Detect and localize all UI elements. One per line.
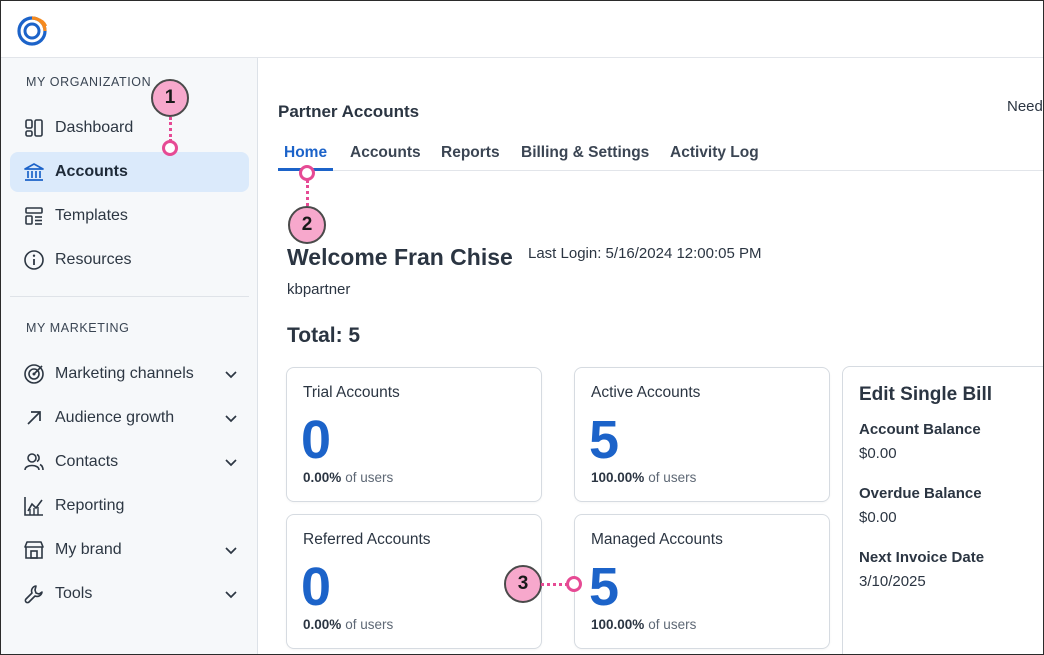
need-help-link[interactable]: Need (1007, 98, 1043, 115)
callout-3-target (566, 576, 582, 592)
top-bar (1, 1, 1043, 58)
card-value: 5 (589, 557, 620, 617)
chevron-down-icon[interactable] (223, 542, 239, 558)
sidebar-item-label: Dashboard (55, 119, 134, 136)
tab-bar: Home Accounts Reports Billing & Settings… (278, 142, 1043, 171)
section-label-my-organization: MY ORGANIZATION (26, 75, 152, 89)
callout-3-connector (541, 583, 568, 586)
managed-accounts-card[interactable]: Managed Accounts 5 100.00% of users (574, 514, 830, 649)
store-icon (22, 538, 46, 562)
chevron-down-icon[interactable] (223, 366, 239, 382)
sidebar-item-marketing-channels[interactable]: Marketing channels (10, 354, 249, 394)
card-value: 0 (301, 410, 332, 470)
chart-icon (22, 494, 46, 518)
tab-accounts[interactable]: Accounts (350, 144, 421, 162)
wrench-icon (22, 582, 46, 606)
overdue-balance-value: $0.00 (859, 509, 897, 526)
sidebar-item-label: Resources (55, 251, 132, 268)
sidebar-item-label: My brand (55, 541, 122, 558)
card-pct-suffix: of users (648, 470, 697, 485)
next-invoice-value: 3/10/2025 (859, 573, 926, 590)
sidebar: MY ORGANIZATION Dashboard Accounts Templ… (1, 58, 258, 654)
chevron-down-icon[interactable] (223, 410, 239, 426)
card-pct-value: 0.00% (303, 470, 342, 485)
callout-1-connector (169, 117, 172, 142)
card-pct-suffix: of users (345, 470, 394, 485)
card-title: Managed Accounts (591, 531, 723, 548)
sidebar-item-reporting[interactable]: Reporting (10, 486, 249, 526)
card-pct-value: 0.00% (303, 617, 342, 632)
sidebar-divider (10, 296, 249, 297)
tab-activity-log[interactable]: Activity Log (670, 144, 759, 162)
target-icon (22, 362, 46, 386)
card-title: Active Accounts (591, 384, 701, 401)
sidebar-item-templates[interactable]: Templates (10, 196, 249, 236)
sidebar-item-label: Accounts (55, 163, 128, 180)
card-percentage: 100.00% of users (591, 470, 696, 485)
account-balance-value: $0.00 (859, 445, 897, 462)
total-count: Total: 5 (287, 324, 361, 347)
card-title: Referred Accounts (303, 531, 431, 548)
card-pct-suffix: of users (345, 617, 394, 632)
section-label-my-marketing: MY MARKETING (26, 321, 130, 335)
last-login-text: Last Login: 5/16/2024 12:00:05 PM (528, 245, 762, 262)
sidebar-item-label: Templates (55, 207, 128, 224)
card-value: 5 (589, 410, 620, 470)
sidebar-item-contacts[interactable]: Contacts (10, 442, 249, 482)
sidebar-item-audience-growth[interactable]: Audience growth (10, 398, 249, 438)
sidebar-item-resources[interactable]: Resources (10, 240, 249, 280)
info-icon (22, 248, 46, 272)
card-pct-suffix: of users (648, 617, 697, 632)
card-title: Trial Accounts (303, 384, 400, 401)
sidebar-item-label: Audience growth (55, 409, 175, 426)
main-content: Partner Accounts Need Home Accounts Repo… (259, 58, 1043, 654)
card-percentage: 0.00% of users (303, 617, 393, 632)
tab-reports[interactable]: Reports (441, 144, 500, 162)
card-pct-value: 100.00% (591, 470, 645, 485)
overdue-balance-label: Overdue Balance (859, 485, 982, 502)
next-invoice-label: Next Invoice Date (859, 549, 985, 566)
tab-billing-settings[interactable]: Billing & Settings (521, 144, 649, 162)
app-window: MY ORGANIZATION Dashboard Accounts Templ… (0, 0, 1044, 655)
arrow-up-right-icon (22, 406, 46, 430)
card-percentage: 0.00% of users (303, 470, 393, 485)
constant-contact-logo-icon[interactable] (16, 13, 50, 47)
sidebar-item-label: Marketing channels (55, 365, 194, 382)
sidebar-item-label: Reporting (55, 497, 125, 514)
callout-1-target (162, 140, 178, 156)
welcome-heading: Welcome Fran Chise (287, 244, 513, 270)
tab-home[interactable]: Home (284, 144, 327, 162)
chevron-down-icon[interactable] (223, 586, 239, 602)
dashboard-icon (22, 116, 46, 140)
sidebar-item-tools[interactable]: Tools (10, 574, 249, 614)
trial-accounts-card[interactable]: Trial Accounts 0 0.00% of users (286, 367, 542, 502)
sidebar-item-accounts[interactable]: Accounts (10, 152, 249, 192)
sidebar-item-dashboard[interactable]: Dashboard (10, 108, 249, 148)
sidebar-item-label: Contacts (55, 453, 119, 470)
callout-2-badge: 2 (288, 206, 326, 244)
sidebar-item-label: Tools (55, 585, 93, 602)
bill-title[interactable]: Edit Single Bill (859, 384, 992, 406)
contacts-icon (22, 450, 46, 474)
chevron-down-icon[interactable] (223, 454, 239, 470)
page-title: Partner Accounts (278, 102, 420, 121)
card-pct-value: 100.00% (591, 617, 645, 632)
bank-icon (22, 160, 46, 184)
account-balance-label: Account Balance (859, 421, 981, 438)
callout-3-badge: 3 (504, 565, 542, 603)
templates-icon (22, 204, 46, 228)
sidebar-item-my-brand[interactable]: My brand (10, 530, 249, 570)
card-value: 0 (301, 557, 332, 617)
edit-single-bill-card: Edit Single Bill Account Balance $0.00 O… (842, 366, 1043, 654)
card-percentage: 100.00% of users (591, 617, 696, 632)
callout-1-badge: 1 (151, 79, 189, 117)
callout-2-target (299, 165, 315, 181)
callout-2-connector (306, 180, 309, 206)
username-text: kbpartner (287, 281, 351, 298)
active-accounts-card[interactable]: Active Accounts 5 100.00% of users (574, 367, 830, 502)
